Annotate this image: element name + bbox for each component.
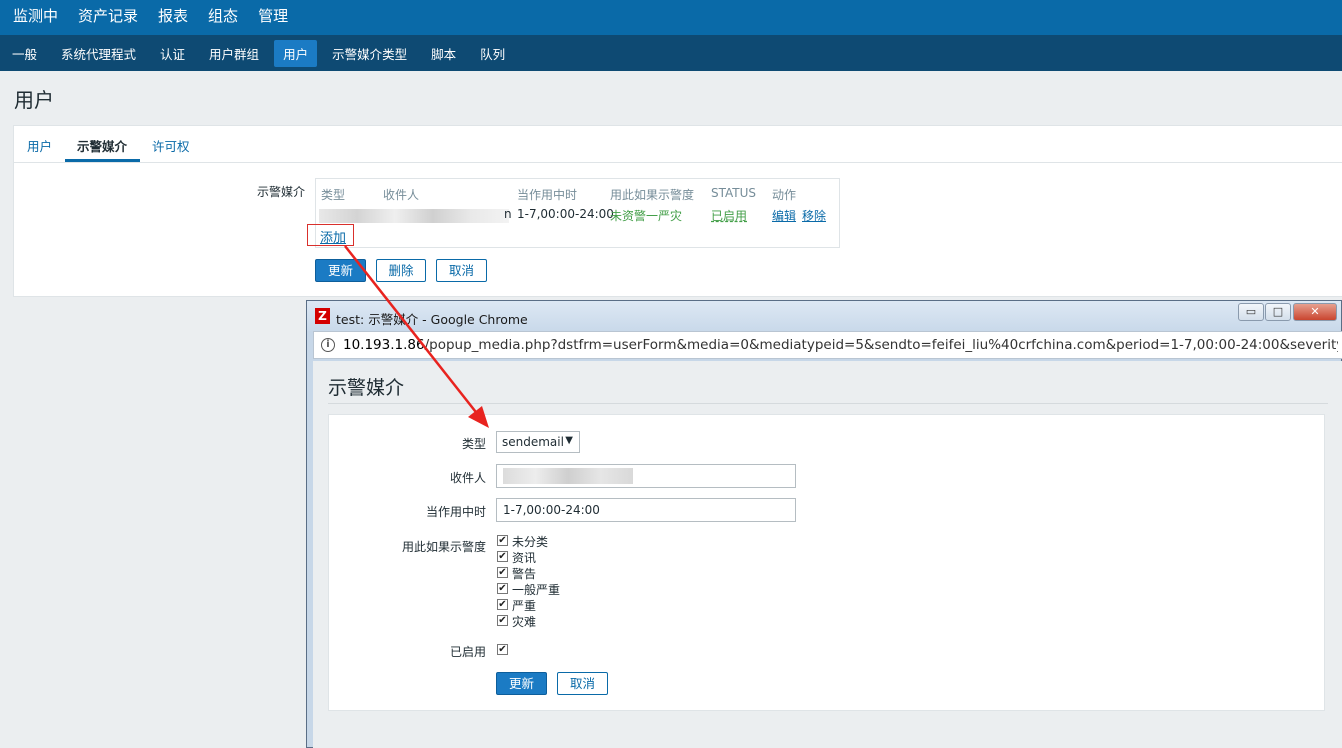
delete-button[interactable]: 删除 [376,259,426,282]
enabled-checkbox[interactable]: ✔ [497,644,508,655]
recipient-input[interactable] [496,464,796,488]
popup-cancel-button[interactable]: 取消 [557,672,608,695]
severity-label-disaster: 灾难 [512,615,537,629]
subnav-proxies[interactable]: 系统代理程式 [52,40,145,67]
redacted-recipient [319,209,509,223]
tab-bar: 用户 示警媒介 许可权 [14,126,1342,163]
severity-label-not-classified: 未分类 [512,535,549,549]
chevron-down-icon: ▼ [565,435,573,446]
severity-checkbox-information[interactable]: ✔ [497,551,508,562]
severity-label-average: 一般严重 [512,583,561,597]
severity-checkbox-not-classified[interactable]: ✔ [497,535,508,546]
tab-user[interactable]: 用户 [27,136,52,155]
media-section-label: 示警媒介 [257,185,306,199]
severity-checkbox-disaster[interactable]: ✔ [497,615,508,626]
column-header-period: 当作用中时 [517,188,578,202]
divider [328,403,1328,404]
maximize-icon[interactable]: □ [1265,303,1291,321]
subnav-media-types[interactable]: 示警媒介类型 [323,40,416,67]
column-header-status: STATUS [711,186,757,200]
recipient-suffix: n [504,207,512,221]
subnav-general[interactable]: 一般 [3,40,46,67]
recipient-label: 收件人 [449,471,486,485]
column-header-severity: 用此如果示警度 [610,188,695,202]
type-select-value: sendemail [502,435,564,449]
popup-titlebar[interactable]: Z test: 示警媒介 - Google Chrome ▭ □ ✕ [307,301,1341,331]
topnav-administration[interactable]: 管理 [248,0,298,35]
period-label: 当作用中时 [425,505,486,519]
popup-update-button[interactable]: 更新 [496,672,547,695]
page-title: 用户 [14,88,54,112]
minimize-icon[interactable]: ▭ [1238,303,1264,321]
topnav-inventory[interactable]: 资产记录 [68,0,148,35]
tab-media[interactable]: 示警媒介 [77,136,127,155]
media-form: 类型 sendemail ▼ 收件人 当作用中时 1-7,00:00-24:00… [328,414,1325,711]
media-status-toggle[interactable]: 已启用 [711,207,747,224]
user-form-panel: 用户 示警媒介 许可权 示警媒介 类型 收件人 当作用中时 用此如果示警度 ST… [13,125,1342,297]
media-popup-window: Z test: 示警媒介 - Google Chrome ▭ □ ✕ i 10.… [306,300,1342,748]
url-path: /popup_media.php?dstfrm=userForm&media=0… [424,337,1338,353]
media-edit-link[interactable]: 编辑 [772,207,796,224]
severity-label-information: 资讯 [512,551,537,565]
popup-body: 示警媒介 类型 sendemail ▼ 收件人 当作用中时 1-7,00:00-… [313,361,1342,748]
severity-label-warning: 警告 [512,567,537,581]
sub-navigation: 一般 系统代理程式 认证 用户群组 用户 示警媒介类型 脚本 队列 [0,35,1342,71]
info-icon[interactable]: i [321,338,335,352]
column-header-action: 动作 [772,188,797,202]
media-table: 类型 收件人 当作用中时 用此如果示警度 STATUS 动作 n 1-7,00:… [315,178,840,248]
url-host: 10.193.1.86 [343,337,425,353]
subnav-authentication[interactable]: 认证 [151,40,194,67]
top-navigation: 监测中 资产记录 报表 组态 管理 [0,0,1342,35]
subnav-queue[interactable]: 队列 [471,40,514,67]
popup-window-title: test: 示警媒介 - Google Chrome [336,312,528,327]
severity-checkbox-average[interactable]: ✔ [497,583,508,594]
url-text[interactable]: 10.193.1.86/popup_media.php?dstfrm=userF… [343,337,1338,353]
popup-heading: 示警媒介 [328,377,405,399]
subnav-user-groups[interactable]: 用户群组 [200,40,268,67]
cancel-button[interactable]: 取消 [436,259,487,282]
topnav-monitoring[interactable]: 监测中 [3,0,68,35]
redacted-recipient-value [503,468,633,484]
enabled-label: 已启用 [449,645,486,659]
active-tab-indicator [65,159,140,162]
type-label: 类型 [461,437,486,451]
severity-label-high: 严重 [512,599,537,613]
media-remove-link[interactable]: 移除 [802,207,826,224]
address-bar[interactable]: i 10.193.1.86/popup_media.php?dstfrm=use… [313,331,1342,359]
media-severity: 未资警一严灾 [610,209,683,223]
add-media-link[interactable]: 添加 [307,224,354,246]
topnav-configuration[interactable]: 组态 [198,0,248,35]
period-input[interactable]: 1-7,00:00-24:00 [496,498,796,522]
update-button[interactable]: 更新 [315,259,366,282]
zabbix-logo-icon: Z [315,308,330,324]
subnav-users[interactable]: 用户 [274,39,318,67]
media-period: 1-7,00:00-24:00 [517,207,614,221]
topnav-reports[interactable]: 报表 [148,0,198,35]
severity-checkbox-warning[interactable]: ✔ [497,567,508,578]
tab-permissions[interactable]: 许可权 [152,136,190,155]
severity-label: 用此如果示警度 [401,540,486,554]
severity-checkbox-high[interactable]: ✔ [497,599,508,610]
type-select[interactable]: sendemail ▼ [496,431,580,453]
close-icon[interactable]: ✕ [1293,303,1337,321]
subnav-scripts[interactable]: 脚本 [422,40,465,67]
column-header-type: 类型 [321,188,346,202]
column-header-recipient: 收件人 [383,188,420,202]
